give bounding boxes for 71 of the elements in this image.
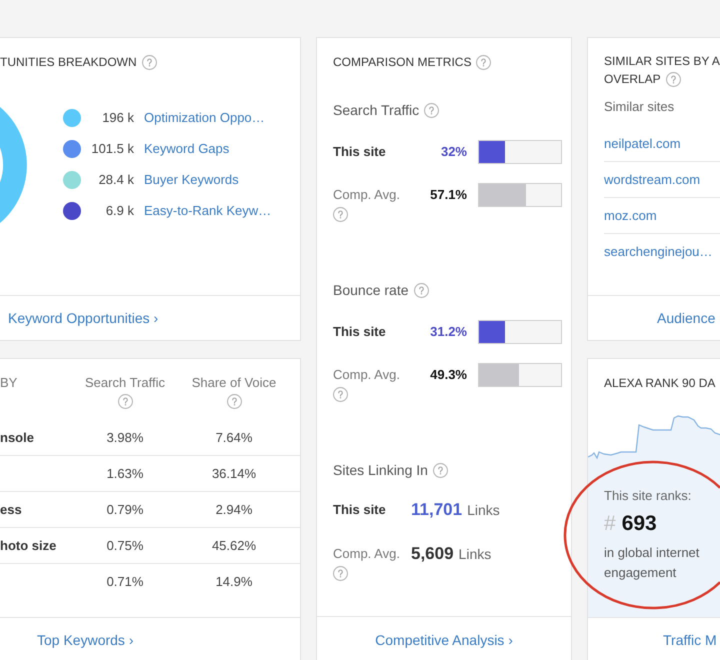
card-title: SIMILAR SITES BY A xyxy=(604,53,720,69)
site-link[interactable]: moz.com xyxy=(604,206,657,224)
row-label: This site xyxy=(333,323,386,341)
footer-link[interactable]: Traffic M xyxy=(663,630,717,650)
table-cell: 3.98% xyxy=(106,428,144,446)
help-icon[interactable] xyxy=(432,462,448,478)
table-cell: 7.64% xyxy=(216,428,252,446)
link-count: 11,701 xyxy=(411,499,462,521)
legend-link[interactable]: Optimization Oppo… xyxy=(144,109,265,127)
metric-title: Bounce rate xyxy=(333,281,408,300)
table-cell: 0.71% xyxy=(106,573,144,591)
help-icon[interactable] xyxy=(226,394,242,409)
subtitle-text: Similar sites xyxy=(604,98,674,116)
help-icon[interactable] xyxy=(476,54,492,70)
unit-label: Links xyxy=(458,545,492,564)
help-icon[interactable] xyxy=(333,207,348,222)
metric-value: 57.1% xyxy=(429,186,467,204)
legend-link[interactable]: Easy-to-Rank Keyw… xyxy=(144,202,272,220)
keyword-cell: hoto size xyxy=(0,536,56,554)
rank-label: This site ranks: xyxy=(604,487,692,505)
help-icon[interactable] xyxy=(666,72,681,86)
site-link[interactable]: wordstream.com xyxy=(604,170,700,188)
table-cell: 0.79% xyxy=(106,500,144,518)
table-cell: 1.63% xyxy=(106,464,144,482)
legend-value: 101.5 k xyxy=(90,140,134,158)
legend-link[interactable]: Keyword Gaps xyxy=(144,140,230,158)
hash-sign: # xyxy=(604,511,616,537)
keyword-cell: nsole xyxy=(0,428,34,446)
help-icon[interactable] xyxy=(414,282,428,298)
row-label: Comp. Avg. xyxy=(333,186,400,204)
card-title: TUNITIES BREAKDOWN xyxy=(0,54,137,70)
row-label: Comp. Avg. xyxy=(333,366,400,384)
metric-value: 49.3% xyxy=(429,366,467,384)
column-header: BY xyxy=(0,374,18,392)
row-label: This site xyxy=(333,143,386,161)
table-cell: 36.14% xyxy=(212,464,256,482)
table-cell: 2.94% xyxy=(216,500,252,518)
metric-value: 32% xyxy=(440,143,467,161)
row-label: Comp. Avg. xyxy=(333,545,400,563)
column-header: Search Traffic xyxy=(85,374,165,392)
metric-value: 31.2% xyxy=(429,323,467,341)
link-count: 5,609 xyxy=(411,543,454,565)
column-header: Share of Voice xyxy=(192,374,276,392)
help-icon[interactable] xyxy=(333,387,348,402)
footer-link[interactable]: Keyword Opportunities › xyxy=(8,308,158,328)
table-cell: 45.62% xyxy=(212,536,256,554)
card-title: OVERLAP xyxy=(604,71,661,87)
table-cell: 0.75% xyxy=(106,536,144,554)
footer-link[interactable]: Top Keywords › xyxy=(37,630,134,650)
rank-caption: in global internet engagement xyxy=(604,544,700,582)
help-icon[interactable] xyxy=(118,394,132,409)
card-title: ALEXA RANK 90 DA xyxy=(604,375,716,392)
table-cell: 14.9% xyxy=(216,573,252,591)
keyword-cell: ess xyxy=(0,500,22,518)
legend-value: 6.9 k xyxy=(104,202,134,220)
row-label: This site xyxy=(333,501,386,519)
help-icon[interactable] xyxy=(142,54,157,70)
metric-title: Sites Linking In xyxy=(333,461,428,480)
footer-link[interactable]: Audience xyxy=(657,308,716,328)
legend-link[interactable]: Buyer Keywords xyxy=(144,171,239,189)
unit-label: Links xyxy=(467,501,500,520)
site-link[interactable]: searchenginejou… xyxy=(604,243,712,261)
legend-value: 196 k xyxy=(101,109,134,127)
rank-number: 693 xyxy=(622,511,657,537)
help-icon[interactable] xyxy=(424,102,440,118)
card-title: COMPARISON METRICS xyxy=(333,54,472,70)
legend-value: 28.4 k xyxy=(98,171,134,189)
help-icon[interactable] xyxy=(333,566,348,581)
footer-link[interactable]: Competitive Analysis › xyxy=(375,630,513,650)
site-link[interactable]: neilpatel.com xyxy=(604,134,681,152)
metric-title: Search Traffic xyxy=(333,101,420,120)
